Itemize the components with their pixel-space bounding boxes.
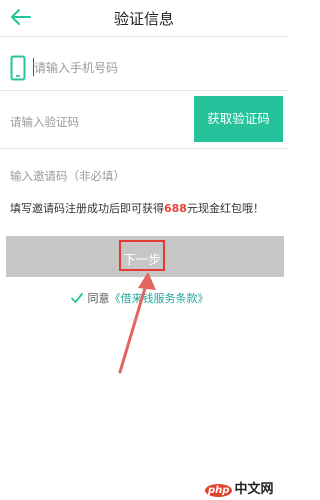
promo-prefix: 填写邀请码注册成功后即可获得 [10,202,164,215]
text-cursor [33,58,34,76]
next-button-label[interactable]: 下一步 [121,249,163,268]
watermark: php 中文网 [205,478,273,498]
code-divider [0,148,288,149]
invite-code-input[interactable] [10,166,260,186]
header-divider [0,36,288,37]
checkbox-check-icon[interactable] [70,291,84,305]
promo-text: 填写邀请码注册成功后即可获得688元现金红包哦！ [10,200,284,216]
watermark-text: 中文网 [234,482,274,497]
phone-input[interactable] [34,58,274,78]
watermark-badge: php [205,484,233,497]
get-code-button[interactable]: 获取验证码 [194,96,283,142]
phone-divider [0,90,288,91]
phone-icon [10,55,26,81]
page-title: 验证信息 [113,10,174,28]
verification-code-input[interactable] [10,112,180,132]
annotation-arrow-icon [118,272,156,374]
promo-amount: 688 [164,202,187,215]
top-bar: 验证信息 [0,0,288,36]
promo-suffix: 元现金红包哦！ [186,202,264,215]
